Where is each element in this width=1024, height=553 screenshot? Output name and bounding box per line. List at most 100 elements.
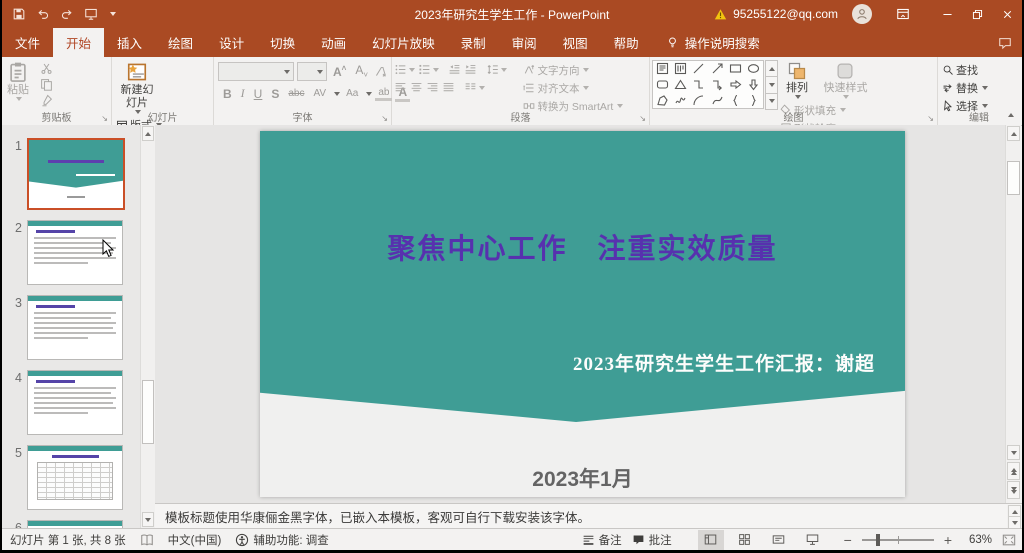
shape-curve[interactable] [709,93,725,107]
minimize-button[interactable] [932,0,962,28]
shape-elbow-connector[interactable] [691,77,707,91]
align-center-button[interactable] [410,81,423,94]
cut-button[interactable] [40,62,53,75]
shape-right-brace[interactable] [746,93,762,107]
zoom-in-button[interactable]: + [944,532,952,548]
quick-styles-button[interactable]: 快速样式 [820,60,870,100]
undo-button[interactable] [36,7,50,21]
shape-arc[interactable] [691,93,707,107]
italic-button[interactable]: I [238,86,248,101]
proofing-status-button[interactable] [140,533,154,547]
slide-thumbnail-image[interactable] [27,220,123,285]
font-name-combo[interactable] [218,62,294,81]
slide-thumbnail-image[interactable] [27,295,123,360]
avatar[interactable] [852,4,872,24]
slide-teal-shape[interactable] [260,131,905,497]
close-button[interactable] [992,0,1022,28]
drawing-dialog-launcher[interactable]: ↘ [927,115,934,123]
redo-button[interactable] [60,7,74,21]
slideshow-view-button[interactable] [800,530,826,550]
normal-view-button[interactable] [698,530,724,550]
shape-down-arrow[interactable] [746,77,762,91]
increase-font-button[interactable]: A˄ [330,64,349,79]
shape-line[interactable] [691,62,707,76]
shape-elbow-arrow[interactable] [709,77,725,91]
justify-button[interactable] [442,81,455,94]
account-info[interactable]: 95255122@qq.com [714,7,838,21]
align-text-button[interactable]: 对齐文本 [521,80,625,96]
bullets-button[interactable] [394,63,415,76]
new-slide-button[interactable]: 新建幻灯片 [114,60,160,115]
format-painter-button[interactable] [40,94,53,107]
canvas-scrollbar-thumb[interactable] [1007,161,1020,195]
slide-thumbnail-3[interactable]: 3 [8,295,155,360]
tab-transitions[interactable]: 切换 [257,28,308,57]
highlight-color-button[interactable]: ab [375,87,392,101]
comments-toggle-button[interactable] [988,28,1022,57]
slide-counter[interactable]: 幻灯片 第 1 张, 共 8 张 [10,532,126,548]
underline-button[interactable]: U [251,87,266,101]
font-size-combo[interactable] [297,62,327,81]
previous-slide-button[interactable] [1007,462,1020,480]
tab-record[interactable]: 录制 [448,28,499,57]
text-direction-button[interactable]: 文字方向 [521,62,625,78]
shape-vertical-text-box[interactable] [672,62,688,76]
columns-button[interactable] [464,81,485,94]
slide-thumbnail-image[interactable] [27,445,123,510]
canvas-scroll-up-button[interactable] [1007,126,1020,141]
start-slideshow-button[interactable] [84,7,98,21]
accessibility-status[interactable]: 辅助功能: 调查 [235,532,328,548]
zoom-level[interactable]: 63% [962,534,992,546]
slide-thumbnail-5[interactable]: 5 [8,445,155,510]
font-dialog-launcher[interactable]: ↘ [381,115,388,123]
tab-draw[interactable]: 绘图 [155,28,206,57]
slide-editing-canvas[interactable]: 聚焦中心工作 注重实效质量 2023年研究生学生工作汇报：谢超 2023年1月 [155,125,1006,503]
fit-to-window-button[interactable] [1002,533,1016,547]
canvas-scroll-down-button[interactable] [1007,445,1020,460]
save-button[interactable] [12,7,26,21]
shapes-scroll-down-button[interactable] [765,76,778,93]
next-slide-button[interactable] [1007,481,1020,499]
shape-oval[interactable] [746,62,762,76]
tab-help[interactable]: 帮助 [601,28,652,57]
shape-triangle[interactable] [672,77,688,91]
zoom-slider-thumb[interactable] [876,534,880,546]
shape-scribble[interactable] [672,93,688,107]
zoom-out-button[interactable]: − [844,532,852,548]
slide-thumbnail-2[interactable]: 2 [8,220,155,285]
canvas-scrollbar[interactable] [1005,125,1021,503]
language-status[interactable]: 中文(中国) [168,532,222,548]
collapse-ribbon-button[interactable] [1008,104,1014,122]
shape-freeform[interactable] [654,93,670,107]
numbering-button[interactable] [418,63,439,76]
replace-button[interactable]: 替换 [940,80,990,96]
tab-slideshow[interactable]: 幻灯片放映 [359,28,448,57]
shape-line-arrow[interactable] [709,62,725,76]
tab-animations[interactable]: 动画 [308,28,359,57]
tab-view[interactable]: 视图 [550,28,601,57]
find-button[interactable]: 查找 [940,62,990,78]
customize-qat-button[interactable] [108,12,116,16]
notes-text[interactable]: 模板标题使用华康俪金黑字体，已嵌入本模板，客观可自行下载安装该字体。 [155,507,590,526]
slide-title-text[interactable]: 聚焦中心工作 注重实效质量 [260,227,905,267]
comments-button[interactable]: 批注 [632,532,672,548]
paragraph-dialog-launcher[interactable]: ↘ [639,115,646,123]
strikethrough-button[interactable]: abc [285,88,307,99]
notes-scrollbar[interactable] [1007,505,1022,529]
character-spacing-button[interactable]: AV [310,88,329,99]
tell-me-search[interactable]: 操作说明搜索 [666,28,760,57]
paste-button[interactable]: 粘贴 [4,60,32,102]
restore-button[interactable] [962,0,992,28]
decrease-indent-button[interactable] [448,63,461,76]
decrease-font-button[interactable]: A˅ [352,63,371,79]
increase-indent-button[interactable] [464,63,477,76]
slide-thumbnail-6[interactable]: 6 [8,520,155,528]
shape-rectangle[interactable] [727,62,743,76]
slide-subtitle-text[interactable]: 2023年研究生学生工作汇报：谢超 [573,349,875,376]
change-case-button[interactable]: Aa [343,88,361,99]
slide-thumbnail-image[interactable] [27,138,125,210]
shapes-more-button[interactable] [765,93,778,110]
clipboard-dialog-launcher[interactable]: ↘ [101,115,108,123]
tab-home[interactable]: 开始 [53,28,104,57]
align-right-button[interactable] [426,81,439,94]
